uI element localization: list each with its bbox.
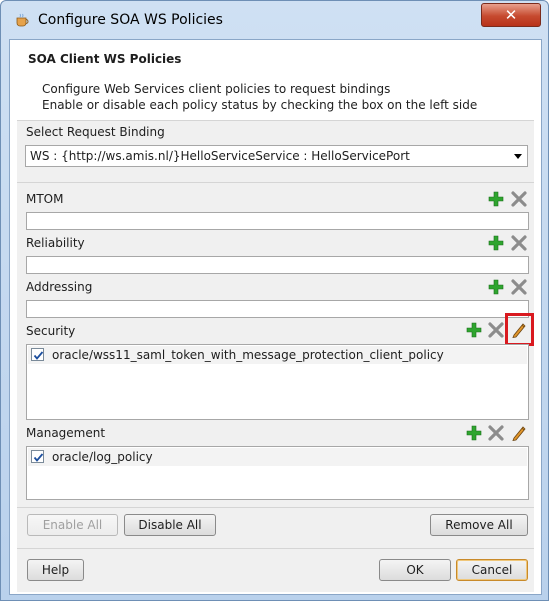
coffee-cup-icon (16, 13, 29, 27)
header-title: SOA Client WS Policies (28, 52, 182, 66)
security-policy-list[interactable]: oracle/wss11_saml_token_with_message_pro… (26, 344, 529, 420)
window-title: Configure SOA WS Policies (38, 12, 223, 28)
reliability-add-icon[interactable] (488, 235, 504, 251)
management-add-icon[interactable] (466, 425, 482, 441)
help-button[interactable]: Help (27, 559, 84, 581)
binding-select[interactable]: WS : {http://ws.amis.nl/}HelloServiceSer… (25, 145, 528, 167)
enable-all-button[interactable]: Enable All (27, 514, 118, 536)
header-description-line1: Configure Web Services client policies t… (42, 82, 391, 96)
binding-select-value: WS : {http://ws.amis.nl/}HelloServiceSer… (30, 149, 410, 163)
checkmark-icon (33, 351, 44, 360)
addressing-remove-icon[interactable] (511, 279, 527, 295)
header-description-line2: Enable or disable each policy status by … (42, 98, 478, 112)
title-bar[interactable]: Configure SOA WS Policies ✕ (1, 1, 548, 39)
close-icon: ✕ (504, 6, 518, 24)
mtom-label: MTOM (26, 192, 64, 206)
management-policy-checkbox[interactable] (31, 450, 44, 463)
addressing-add-icon[interactable] (488, 279, 504, 295)
mtom-remove-icon[interactable] (511, 191, 527, 207)
ok-button[interactable]: OK (379, 559, 451, 581)
addressing-label: Addressing (26, 280, 93, 294)
management-policy-list[interactable]: oracle/log_policy (26, 446, 529, 500)
management-edit-pencil-icon[interactable] (511, 425, 527, 441)
header-panel: SOA Client WS Policies Configure Web Ser… (18, 45, 533, 119)
management-remove-icon[interactable] (488, 425, 504, 441)
disable-all-button[interactable]: Disable All (124, 514, 216, 536)
cancel-button[interactable]: Cancel (456, 559, 528, 581)
chevron-down-icon[interactable] (514, 154, 522, 159)
mtom-policy-list[interactable] (26, 212, 529, 230)
list-item[interactable]: oracle/log_policy (28, 448, 527, 466)
list-item[interactable]: oracle/wss11_saml_token_with_message_pro… (28, 346, 527, 364)
mtom-add-icon[interactable] (488, 191, 504, 207)
reliability-policy-list[interactable] (26, 256, 529, 274)
buttons-separator (17, 507, 534, 508)
security-policy-name: oracle/wss11_saml_token_with_message_pro… (52, 348, 444, 362)
management-label: Management (26, 426, 106, 440)
security-policy-checkbox[interactable] (31, 348, 44, 361)
header-separator (17, 120, 534, 121)
management-policy-name: oracle/log_policy (52, 450, 153, 464)
edit-highlight-box (505, 313, 534, 346)
close-button[interactable]: ✕ (481, 3, 541, 27)
addressing-policy-list[interactable] (26, 300, 529, 318)
binding-label: Select Request Binding (26, 125, 165, 139)
security-add-icon[interactable] (466, 322, 482, 338)
security-remove-icon[interactable] (488, 322, 504, 338)
reliability-label: Reliability (26, 236, 85, 250)
reliability-remove-icon[interactable] (511, 235, 527, 251)
binding-separator (17, 182, 534, 183)
checkmark-icon (33, 453, 44, 462)
security-label: Security (26, 324, 76, 338)
remove-all-button[interactable]: Remove All (430, 514, 528, 536)
footer-separator (17, 548, 534, 549)
